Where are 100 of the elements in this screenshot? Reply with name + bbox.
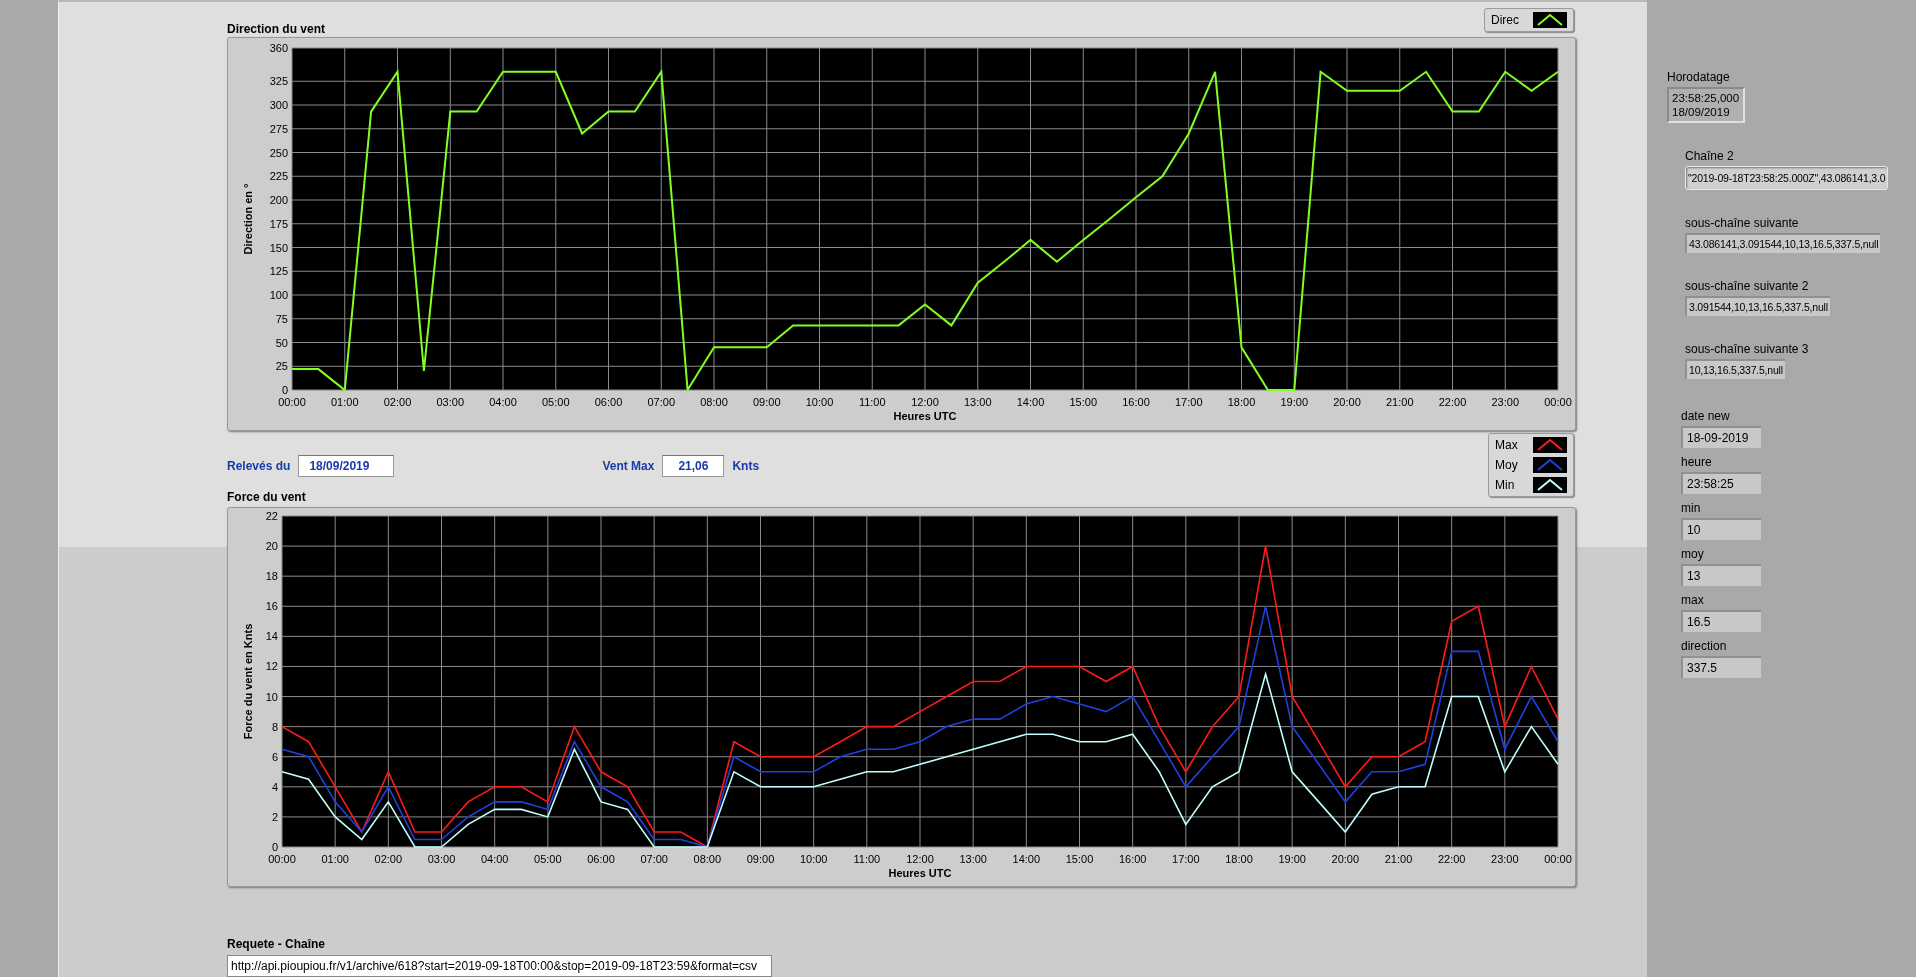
axis-tick-label: 16:00 [1122,396,1150,409]
field-label: Chaîne 2 [1685,149,1735,163]
field-label: sous-chaîne suivante 3 [1685,342,1810,356]
axis-tick-label: 06:00 [594,396,623,409]
legend-label: Direc [1491,13,1519,27]
axis-tick-label: 00:00 [1544,396,1572,409]
axis-tick-label: 0 [281,384,288,397]
max-wind-label: Vent Max [602,459,655,474]
axis-tick-label: 23:00 [1491,396,1519,409]
axis-tick-label: 22 [265,510,278,522]
field-label: heure [1681,455,1713,469]
axis-tick-label: 00:00 [278,396,306,409]
value-field: 10 [1681,518,1761,540]
axis-tick-label: 07:00 [640,853,668,865]
axis-tick-label: 11:00 [858,396,886,409]
axis-tick-label: 50 [275,336,288,349]
timestamp-text: 23:58:25,000 [1672,91,1740,105]
axis-tick-label: 150 [269,241,288,254]
axis-tick-label: 02:00 [374,853,403,865]
axis-tick-label: 04:00 [480,853,509,865]
axis-tick-label: 4 [271,780,278,793]
date-field: 18/09/2019 [298,455,395,478]
axis-tick-label: 05:00 [542,396,570,409]
axis-title: Force du vent en Knts [242,623,254,740]
field-label: sous-chaîne suivante [1685,216,1800,230]
axis-tick-label: 19:00 [1280,396,1308,409]
axis-tick-label: 22:00 [1437,853,1466,865]
axis-tick-label: 12:00 [906,853,934,865]
axis-tick-label: 15:00 [1069,396,1097,409]
line-swatch-icon [1533,12,1567,28]
axis-tick-label: 02:00 [383,396,412,409]
chart-title: Force du vent [227,490,307,505]
axis-tick-label: 06:00 [587,853,615,865]
string-field[interactable]: "2019-09-18T23:58:25.000Z",43.086141,3.0 [1685,166,1889,190]
chart-title: Direction du vent [227,22,325,36]
axis-tick-label: 6 [271,750,278,763]
field-label: Horodatage [1667,70,1731,84]
axis-tick-label: 225 [269,170,288,183]
axis-tick-label: 250 [269,146,288,159]
axis-tick-label: 11:00 [853,853,881,865]
axis-tick-label: 16:00 [1118,853,1147,865]
axis-tick-label: 17:00 [1175,396,1203,409]
axis-tick-label: 08:00 [693,853,722,865]
value-field: 13 [1681,564,1761,586]
axis-title: Heures UTC [893,410,957,423]
axis-tick-label: 09:00 [753,396,781,409]
axis-tick-label: 18:00 [1227,396,1256,409]
axis-tick-label: 20 [265,540,278,553]
unit-label: Knts [732,459,760,474]
axis-tick-label: 21:00 [1386,396,1414,409]
string-field: 3.091544,10,13,16.5,337.5,null [1685,296,1830,316]
field-label: moy [1681,547,1705,561]
axis-tick-label: 23:00 [1491,853,1519,865]
axis-tick-label: 14:00 [1016,396,1045,409]
axis-tick-label: 25 [275,360,288,373]
axis-tick-label: 19:00 [1278,853,1306,865]
axis-tick-label: 360 [269,42,288,55]
field-label: min [1681,501,1702,515]
axis-tick-label: 75 [275,313,288,326]
value-field: 337.5 [1681,656,1761,678]
axis-tick-label: 17:00 [1172,853,1200,865]
field-label: date new [1681,409,1731,423]
axis-tick-label: 275 [269,123,288,136]
axis-tick-label: 10:00 [799,853,828,865]
axis-title: Heures UTC [888,867,952,879]
axis-tick-label: 01:00 [331,396,359,409]
timestamp-text: 18/09/2019 [1672,105,1731,119]
value-field: 23:58:25 [1681,472,1761,494]
axis-tick-label: 05:00 [534,853,562,865]
axis-tick-label: 125 [269,265,288,278]
axis-tick-label: 08:00 [700,396,728,409]
axis-tick-label: 10:00 [805,396,834,409]
axis-tick-label: 13:00 [959,853,987,865]
axis-tick-label: 04:00 [489,396,517,409]
axis-tick-label: 8 [271,720,278,733]
date-label: Relevés du [227,459,291,474]
axis-tick-label: 20:00 [1333,396,1361,409]
axis-tick-label: 01:00 [321,853,349,865]
axis-tick-label: 10 [265,690,278,703]
value-field: 18-09-2019 [1681,426,1761,448]
axis-tick-label: 18 [265,570,278,583]
field-label: max [1681,593,1705,607]
string-field: 10,13,16.5,337.5,null [1685,359,1785,379]
string-field: 43.086141,3.091544,10,13,16.5,337.5,null [1685,233,1881,253]
legend-label: Max [1495,438,1519,453]
axis-tick-label: 00:00 [268,853,296,865]
axis-tick-label: 175 [269,218,288,231]
axis-tick-label: 09:00 [746,853,775,865]
line-swatch-icon [1533,457,1567,474]
axis-tick-label: 07:00 [647,396,675,409]
axis-tick-label: 22:00 [1438,396,1467,409]
legend-label: Min [1495,478,1516,493]
line-swatch-icon [1533,477,1567,494]
axis-tick-label: 325 [269,75,288,88]
axis-tick-label: 18:00 [1225,853,1253,865]
line-swatch-icon [1533,437,1567,454]
axis-tick-label: 14:00 [1012,853,1041,865]
field-label: sous-chaîne suivante 2 [1685,279,1810,293]
field-label: direction [1681,639,1728,653]
url-field[interactable]: http://api.pioupiou.fr/v1/archive/618?start=2019-09-18T00:00&stop=2019-09-18T23:59&format=csv [227,955,772,977]
